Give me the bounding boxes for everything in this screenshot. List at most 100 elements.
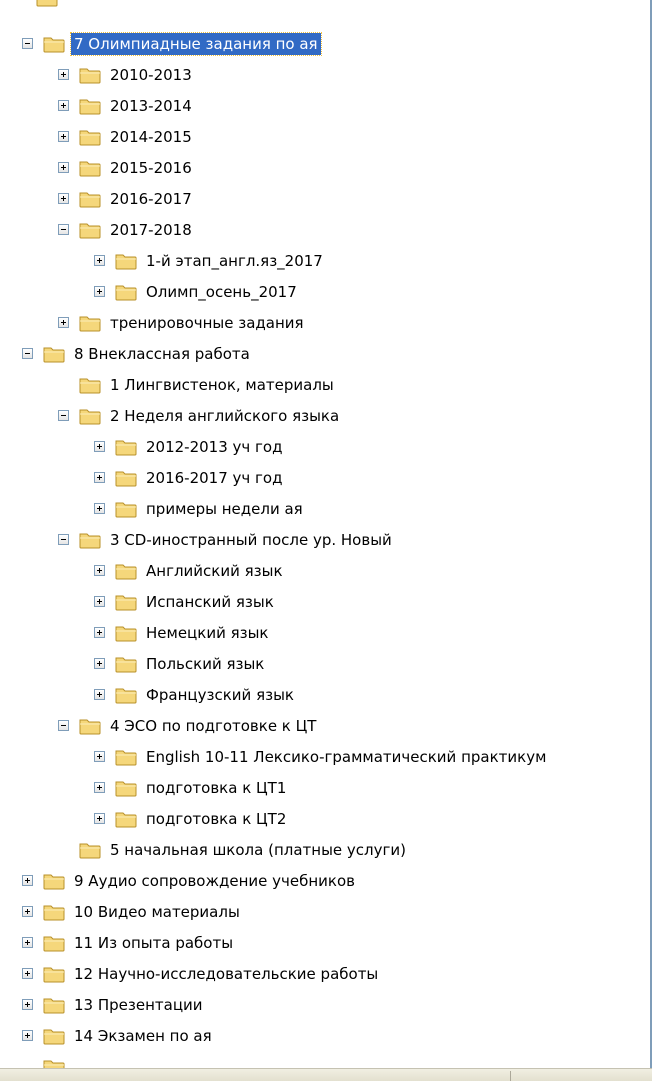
tree-row[interactable]: 2013-2014: [58, 90, 195, 121]
tree-label[interactable]: тренировочные задания: [107, 312, 307, 334]
tree-row[interactable]: 2012-2013 уч год: [94, 431, 285, 462]
tree-row[interactable]: Польский язык: [94, 648, 267, 679]
tree-row[interactable]: подготовка к ЦТ1: [94, 772, 289, 803]
expand-toggle[interactable]: [58, 162, 69, 173]
tree-row[interactable]: 4 ЭСО по подготовке к ЦТ: [58, 710, 319, 741]
tree-row[interactable]: Немецкий язык: [94, 617, 272, 648]
tree-label[interactable]: примеры недели ая: [143, 498, 306, 520]
collapse-toggle[interactable]: [22, 38, 33, 49]
tree-label[interactable]: подготовка к ЦТ1: [143, 777, 289, 799]
tree-label[interactable]: 5 начальная школа (платные услуги): [107, 839, 409, 861]
expand-toggle[interactable]: [94, 627, 105, 638]
tree-label[interactable]: 13 Презентации: [71, 994, 206, 1016]
tree-row[interactable]: 2016-2017 уч год: [94, 462, 285, 493]
tree-label[interactable]: 2015-2016: [107, 157, 195, 179]
tree-row[interactable]: 1-й этап_англ.яз_2017: [94, 245, 326, 276]
horizontal-scrollbar[interactable]: [0, 1068, 652, 1081]
tree-label[interactable]: 9 Аудио сопровождение учебников: [71, 870, 358, 892]
tree-row[interactable]: Английский язык: [94, 555, 286, 586]
expand-toggle[interactable]: [58, 69, 69, 80]
tree-label[interactable]: 4 ЭСО по подготовке к ЦТ: [107, 715, 319, 737]
tree-row[interactable]: 3 CD-иностранный после ур. Новый: [58, 524, 395, 555]
tree-row[interactable]: 2015-2016: [58, 152, 195, 183]
tree-row-olympiad[interactable]: 7 Олимпиадные задания по ая: [22, 28, 322, 59]
tree-row[interactable]: 12 Научно-исследовательские работы: [22, 958, 381, 989]
tree-row[interactable]: Олимп_осень_2017: [94, 276, 300, 307]
expand-toggle[interactable]: [94, 565, 105, 576]
tree-label[interactable]: 2016-2017: [107, 188, 195, 210]
tree-label[interactable]: Французский язык: [143, 684, 297, 706]
expand-toggle[interactable]: [22, 968, 33, 979]
expand-toggle[interactable]: [94, 813, 105, 824]
expand-toggle[interactable]: [58, 193, 69, 204]
collapse-toggle[interactable]: [58, 410, 69, 421]
folder-icon: [115, 779, 137, 797]
expand-toggle[interactable]: [94, 782, 105, 793]
expand-toggle[interactable]: [22, 937, 33, 948]
tree-row[interactable]: 14 Экзамен по ая: [22, 1020, 215, 1051]
tree-label[interactable]: 12 Научно-исследовательские работы: [71, 963, 381, 985]
tree-label[interactable]: 2016-2017 уч год: [143, 467, 285, 489]
folder-icon: [43, 996, 65, 1014]
expand-toggle[interactable]: [22, 999, 33, 1010]
tree-row[interactable]: 2017-2018: [58, 214, 195, 245]
expand-toggle[interactable]: [94, 441, 105, 452]
tree-label[interactable]: 2013-2014: [107, 95, 195, 117]
tree-row[interactable]: 2016-2017: [58, 183, 195, 214]
collapse-toggle[interactable]: [22, 348, 33, 359]
tree-label[interactable]: Олимп_осень_2017: [143, 281, 300, 303]
expand-toggle[interactable]: [94, 472, 105, 483]
tree-label[interactable]: Немецкий язык: [143, 622, 272, 644]
tree-label[interactable]: Испанский язык: [143, 591, 277, 613]
tree-row[interactable]: 2014-2015: [58, 121, 195, 152]
expand-toggle[interactable]: [94, 751, 105, 762]
tree-row[interactable]: Французский язык: [94, 679, 297, 710]
tree-label[interactable]: подготовка к ЦТ2: [143, 808, 289, 830]
tree-row[interactable]: 9 Аудио сопровождение учебников: [22, 865, 358, 896]
expand-toggle[interactable]: [94, 286, 105, 297]
tree-label[interactable]: 10 Видео материалы: [71, 901, 243, 923]
tree-row[interactable]: 5 начальная школа (платные услуги): [58, 834, 409, 865]
tree-row[interactable]: 2010-2013: [58, 59, 195, 90]
tree-label[interactable]: Английский язык: [143, 560, 286, 582]
collapse-toggle[interactable]: [58, 720, 69, 731]
expand-toggle[interactable]: [94, 689, 105, 700]
expand-toggle[interactable]: [58, 131, 69, 142]
expand-toggle[interactable]: [58, 317, 69, 328]
expand-toggle[interactable]: [58, 100, 69, 111]
tree-label[interactable]: 2012-2013 уч год: [143, 436, 285, 458]
tree-row[interactable]: English 10-11 Лексико-грамматический пра…: [94, 741, 549, 772]
collapse-toggle[interactable]: [58, 224, 69, 235]
tree-row[interactable]: тренировочные задания: [58, 307, 307, 338]
tree-row[interactable]: подготовка к ЦТ2: [94, 803, 289, 834]
tree-label[interactable]: 3 CD-иностранный после ур. Новый: [107, 529, 395, 551]
tree-row[interactable]: Испанский язык: [94, 586, 277, 617]
tree-row[interactable]: примеры недели ая: [94, 493, 306, 524]
tree-label[interactable]: 7 Олимпиадные задания по ая: [70, 31, 322, 56]
tree-label[interactable]: 2010-2013: [107, 64, 195, 86]
tree-label[interactable]: 11 Из опыта работы: [71, 932, 236, 954]
tree-label[interactable]: English 10-11 Лексико-грамматический пра…: [143, 746, 549, 768]
tree-row[interactable]: 2 Неделя английского языка: [58, 400, 342, 431]
expand-toggle[interactable]: [94, 596, 105, 607]
collapse-toggle[interactable]: [58, 534, 69, 545]
tree-label[interactable]: 14 Экзамен по ая: [71, 1025, 215, 1047]
tree-label[interactable]: 2 Неделя английского языка: [107, 405, 342, 427]
tree-row[interactable]: 11 Из опыта работы: [22, 927, 236, 958]
tree-label[interactable]: 2014-2015: [107, 126, 195, 148]
expand-toggle[interactable]: [22, 906, 33, 917]
tree-row[interactable]: 1 Лингвистенок, материалы: [58, 369, 337, 400]
expand-toggle[interactable]: [94, 255, 105, 266]
tree-label[interactable]: 8 Внеклассная работа: [71, 343, 253, 365]
expand-toggle[interactable]: [22, 1030, 33, 1041]
expand-toggle[interactable]: [22, 875, 33, 886]
expand-toggle[interactable]: [94, 503, 105, 514]
tree-label[interactable]: 1-й этап_англ.яз_2017: [143, 250, 326, 272]
tree-label[interactable]: 1 Лингвистенок, материалы: [107, 374, 337, 396]
expand-toggle[interactable]: [94, 658, 105, 669]
tree-row[interactable]: 10 Видео материалы: [22, 896, 243, 927]
tree-label[interactable]: Польский язык: [143, 653, 267, 675]
tree-label[interactable]: 2017-2018: [107, 219, 195, 241]
tree-row[interactable]: 13 Презентации: [22, 989, 206, 1020]
tree-row[interactable]: 8 Внеклассная работа: [22, 338, 253, 369]
